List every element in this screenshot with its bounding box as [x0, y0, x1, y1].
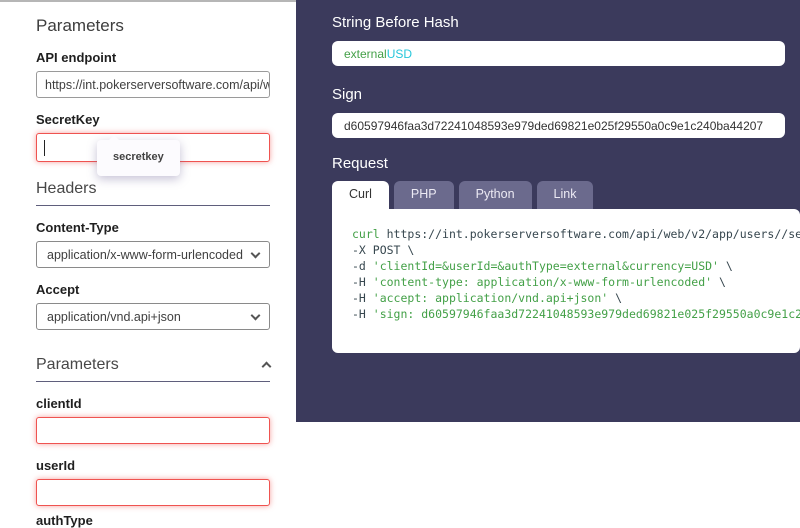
- content-type-value: application/x-www-form-urlencoded: [47, 248, 243, 262]
- tab-php[interactable]: PHP: [394, 181, 454, 209]
- code-line: -H 'accept: application/vnd.api+json' \: [352, 290, 800, 306]
- code-line: -d 'clientId=&userId=&authType=external&…: [352, 258, 800, 274]
- user-id-label: userId: [36, 458, 270, 473]
- tab-python[interactable]: Python: [459, 181, 532, 209]
- accept-label: Accept: [36, 282, 270, 297]
- next-field-label: authType: [36, 513, 270, 528]
- code-token: -d: [352, 259, 373, 273]
- user-id-input[interactable]: [36, 479, 270, 506]
- code-token: -H: [352, 291, 373, 305]
- api-endpoint-value: https://int.pokerserversoftware.com/api/…: [45, 78, 270, 92]
- chevron-down-icon: [251, 310, 261, 320]
- accept-value: application/vnd.api+json: [47, 310, 181, 324]
- sign-title: Sign: [332, 86, 800, 103]
- curl-code-block: curl https://int.pokerserversoftware.com…: [332, 209, 800, 353]
- string-before-hash-value-box[interactable]: externalUSD: [332, 41, 785, 66]
- sign-value-box[interactable]: d60597946faa3d72241048593e979ded69821e02…: [332, 113, 785, 138]
- code-line: -H 'sign: d60597946faa3d72241048593e979d…: [352, 306, 800, 322]
- headers-title: Headers: [36, 180, 96, 198]
- tab-curl[interactable]: Curl: [332, 181, 389, 209]
- chevron-down-icon: [251, 248, 261, 258]
- content-type-select[interactable]: application/x-www-form-urlencoded: [36, 241, 270, 268]
- api-endpoint-input[interactable]: https://int.pokerserversoftware.com/api/…: [36, 71, 270, 98]
- code-token: 'sign: d60597946faa3d72241048593e979ded6…: [373, 307, 800, 321]
- client-id-input[interactable]: [36, 417, 270, 444]
- chevron-up-icon[interactable]: [262, 362, 272, 372]
- page-title: Parameters: [36, 16, 270, 36]
- code-line: -H 'content-type: application/x-www-form…: [352, 274, 800, 290]
- code-token: curl: [352, 227, 380, 241]
- parameters-panel: Parameters API endpoint https://int.poke…: [0, 0, 296, 422]
- secret-key-label: SecretKey: [36, 112, 270, 127]
- api-endpoint-label: API endpoint: [36, 50, 270, 65]
- code-token: -H: [352, 275, 373, 289]
- string-before-hash-title: String Before Hash: [332, 14, 800, 31]
- string-before-hash-part: external: [344, 47, 387, 61]
- accept-select[interactable]: application/vnd.api+json: [36, 303, 270, 330]
- parameters-section-title: Parameters: [36, 356, 119, 374]
- request-preview-panel: String Before Hash externalUSD Sign d605…: [296, 0, 800, 422]
- content-type-label: Content-Type: [36, 220, 270, 235]
- sign-value: d60597946faa3d72241048593e979ded69821e02…: [344, 119, 763, 133]
- secret-key-tooltip: secretkey: [97, 140, 180, 176]
- code-token: 'content-type: application/x-www-form-ur…: [373, 275, 712, 289]
- request-title: Request: [332, 155, 800, 172]
- tab-link[interactable]: Link: [537, 181, 594, 209]
- code-line: curl https://int.pokerserversoftware.com…: [352, 226, 800, 242]
- code-token: 'clientId=&userId=&authType=external&cur…: [373, 259, 719, 273]
- code-token: \: [608, 291, 622, 305]
- code-token: -H: [352, 307, 373, 321]
- code-token: 'accept: application/vnd.api+json': [373, 291, 608, 305]
- string-before-hash-part: USD: [387, 47, 412, 61]
- code-line: -X POST \: [352, 242, 800, 258]
- code-token: -X POST \: [352, 243, 414, 257]
- code-token: \: [712, 275, 726, 289]
- api-tester-app: Parameters API endpoint https://int.poke…: [0, 0, 800, 422]
- request-tabs: CurlPHPPythonLink: [332, 181, 800, 209]
- code-token: https://int.pokerserversoftware.com/api/…: [380, 227, 800, 241]
- headers-section-header: Headers: [36, 180, 270, 206]
- code-token: \: [719, 259, 733, 273]
- tooltip-text: secretkey: [113, 151, 164, 163]
- text-caret: [44, 140, 45, 156]
- client-id-label: clientId: [36, 396, 270, 411]
- parameters-section-header[interactable]: Parameters: [36, 356, 270, 382]
